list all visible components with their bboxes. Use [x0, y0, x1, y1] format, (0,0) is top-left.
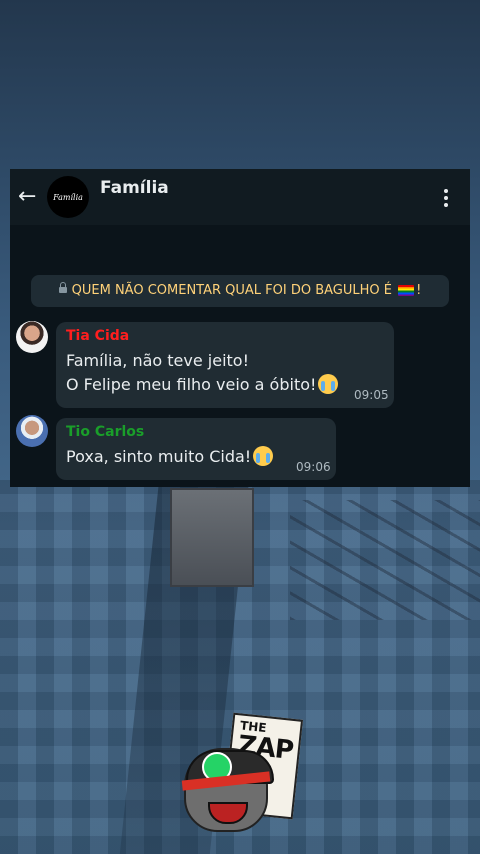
avatar[interactable] [16, 321, 48, 353]
wolf-mouth [208, 802, 248, 824]
message-text: Família, não teve jeito! O Felipe meu fi… [66, 349, 339, 397]
message-bubble[interactable]: Tio Carlos Poxa, sinto muito Cida! 09:06 [56, 418, 336, 480]
message-line: Família, não teve jeito! [66, 351, 249, 370]
chat-header: ← Família Família [10, 169, 470, 225]
more-vert-icon[interactable] [440, 189, 452, 209]
lock-icon [58, 281, 67, 293]
message-time: 09:06 [296, 460, 331, 474]
rainbow-flag-icon [398, 285, 415, 296]
crying-face-icon [253, 446, 274, 466]
notice-end: ! [416, 283, 422, 298]
message-sender: Tio Carlos [66, 424, 145, 440]
avatar[interactable] [16, 415, 48, 447]
message-line: Poxa, sinto muito Cida! [66, 447, 252, 466]
back-arrow-icon[interactable]: ← [18, 183, 42, 211]
message-text: Poxa, sinto muito Cida! [66, 445, 274, 469]
message-line-row: O Felipe meu filho veio a óbito! [66, 373, 339, 397]
message-line: O Felipe meu filho veio a óbito! [66, 375, 317, 394]
background-boat [170, 488, 254, 587]
group-name[interactable]: Família [100, 178, 169, 198]
crying-face-icon [318, 374, 339, 394]
notice-text: QUEM NÃO COMENTAR QUAL FOI DO BAGULHO É [71, 283, 392, 298]
message-time: 09:05 [354, 388, 389, 402]
message-sender: Tia Cida [66, 328, 130, 344]
group-avatar[interactable]: Família [47, 176, 89, 218]
wolf-mascot [181, 748, 274, 832]
background-fence [290, 500, 480, 620]
encryption-notice: QUEM NÃO COMENTAR QUAL FOI DO BAGULHO É … [31, 275, 449, 307]
group-avatar-text: Família [53, 192, 83, 202]
the-zap-sticker: THE ZAP [180, 712, 304, 832]
message-bubble[interactable]: Tia Cida Família, não teve jeito! O Feli… [56, 322, 394, 408]
chat-window: ← Família Família QUEM NÃO COMENTAR QUAL… [10, 169, 470, 487]
